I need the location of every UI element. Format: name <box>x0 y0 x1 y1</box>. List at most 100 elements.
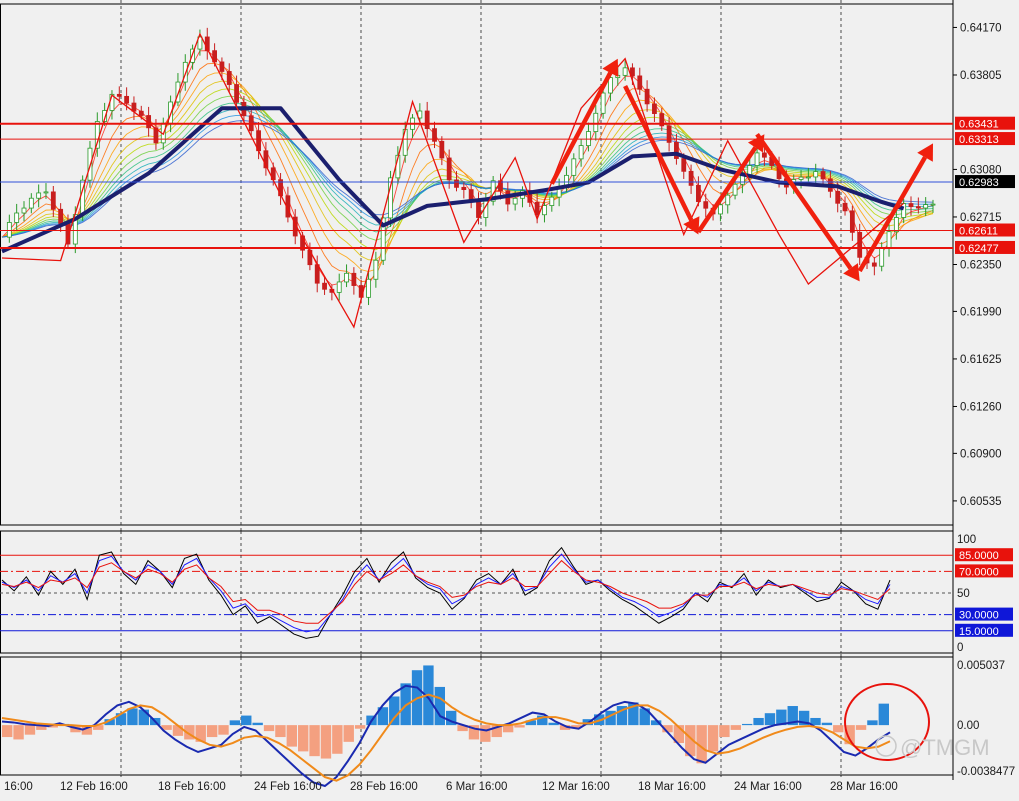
candle-body <box>424 110 430 130</box>
time-tick-label: 12 Feb 16:00 <box>60 781 128 793</box>
macd-histogram-bar <box>480 725 491 742</box>
candle-body <box>344 272 349 283</box>
candle-body <box>835 190 841 204</box>
candle-body <box>138 110 144 116</box>
price-tick-label: 0.63805 <box>960 70 1002 82</box>
candle-body <box>718 204 723 215</box>
macd-histogram-bar <box>878 703 889 726</box>
time-tick-label: 24 Feb 16:00 <box>254 781 322 793</box>
candle-body <box>820 171 826 180</box>
candle-body <box>886 231 892 249</box>
candle-body <box>915 206 921 209</box>
macd-histogram-bar <box>2 725 13 738</box>
candle-body <box>681 158 687 172</box>
candle-body <box>644 88 650 105</box>
macd-histogram-bar <box>332 725 343 754</box>
candle-body <box>849 210 855 233</box>
candle-body <box>351 272 357 286</box>
candle-body <box>512 197 518 205</box>
oscillator-level-tag-label: 70.0000 <box>959 566 999 578</box>
candle-body <box>805 176 811 179</box>
candle-body <box>732 183 738 196</box>
oscillator-level-tag-label: 30.0000 <box>959 610 999 622</box>
macd-histogram-bar <box>127 708 138 726</box>
price-level-tag-label: 0.62983 <box>959 177 999 189</box>
trading-chart: 0.64170 0.63805 0.63080 0.62715 0.62350 0.619… <box>0 0 1019 796</box>
candle-body <box>542 205 547 216</box>
candle-body <box>901 203 907 218</box>
time-tick-label: 24 Mar 16:00 <box>734 781 802 793</box>
candle-body <box>666 125 672 143</box>
macd-histogram-bar <box>855 725 867 730</box>
candle-body <box>131 102 137 112</box>
candle-body <box>454 179 459 188</box>
candle-body <box>871 262 877 267</box>
time-tick-label: 12 Mar 16:00 <box>542 781 610 793</box>
price-tick-label: 0.60900 <box>960 448 1002 460</box>
time-tick-label: 28 Mar 16:00 <box>830 781 898 793</box>
candle-body <box>36 192 42 199</box>
price-tick-label: 0.64170 <box>960 22 1002 34</box>
candle-body <box>116 93 122 97</box>
candle-body <box>21 207 27 214</box>
candle-body <box>930 203 936 206</box>
macd-histogram-bar <box>502 725 514 733</box>
macd-histogram-bar <box>206 725 218 738</box>
macd-histogram-bar <box>263 725 275 732</box>
macd-histogram-bar <box>298 725 309 752</box>
macd-histogram-bar <box>833 725 844 733</box>
macd-histogram-bar <box>275 725 286 738</box>
candle-body <box>622 67 628 76</box>
candle-body <box>652 103 657 114</box>
candle-body <box>879 247 885 267</box>
candle-body <box>600 92 606 114</box>
candle-body <box>50 191 56 210</box>
watermark-text: @TMGM <box>900 735 990 760</box>
candle-body <box>336 281 342 293</box>
time-tick-label: 28 Feb 16:00 <box>350 781 418 793</box>
candle-body <box>373 259 379 280</box>
candle-body <box>754 152 760 166</box>
candle-body <box>6 222 12 238</box>
price-level-tag-label: 0.63313 <box>959 134 999 146</box>
candle-body <box>571 158 577 176</box>
price-level-tag-label: 0.63431 <box>959 119 999 131</box>
macd-histogram-bar <box>343 725 354 742</box>
macd-histogram-bar <box>309 725 320 757</box>
candle-body <box>908 203 914 208</box>
price-tick-label: 0.61260 <box>960 401 1002 413</box>
candle-body <box>226 71 232 85</box>
candle-body <box>813 171 819 178</box>
macd-histogram-bar <box>514 725 525 728</box>
oscillator-panel: 100 50 0 85.0000 70.0000 30.0000 15.0000 <box>0 530 1013 654</box>
candle-body <box>124 95 130 104</box>
time-tick-label: 18 Feb 16:00 <box>158 781 226 793</box>
macd-histogram-bar <box>252 722 263 726</box>
macd-histogram-bar <box>286 725 297 747</box>
chart-canvas: 0.64170 0.63805 0.63080 0.62715 0.62350 0.619… <box>0 0 1019 796</box>
candle-body <box>14 212 20 223</box>
macd-histogram-bar <box>730 725 741 730</box>
candle-body <box>322 282 327 290</box>
macd-histogram-bar <box>241 715 252 726</box>
candle-body <box>578 145 584 160</box>
macd-histogram-bar <box>229 720 241 726</box>
candle-body <box>703 201 709 209</box>
macd-histogram-bar <box>764 713 776 726</box>
price-tick-label: 0.60535 <box>960 496 1002 508</box>
price-tick-label: 0.62350 <box>960 260 1002 272</box>
macd-tick-label: 0.00 <box>957 720 979 732</box>
macd-histogram-bar <box>707 725 719 752</box>
candle-body <box>761 152 767 158</box>
candle-body <box>798 176 804 180</box>
macd-histogram-bar <box>742 723 753 726</box>
macd-panel: 0.005037 0.00 -0.0038477 <box>0 656 1015 788</box>
price-tick-label: 0.61625 <box>960 354 1002 366</box>
macd-histogram-bar <box>719 725 730 738</box>
macd-histogram-bar <box>13 725 24 740</box>
time-tick-label: 16:00 <box>4 781 33 793</box>
candle-body <box>219 61 225 72</box>
price-tick-label: 0.61990 <box>960 306 1002 318</box>
candle-body <box>893 217 899 233</box>
macd-tick-label: 0.005037 <box>957 660 1005 672</box>
